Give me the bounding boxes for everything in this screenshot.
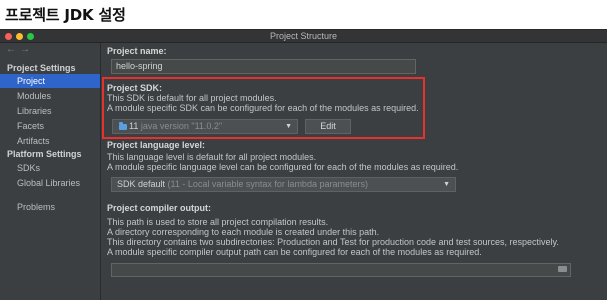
compiler-output-path-input[interactable] (111, 263, 571, 277)
project-sdk-dropdown[interactable]: 11 java version "11.0.2" ▼ (112, 119, 298, 134)
nav-arrows: ← → (6, 44, 34, 55)
sdk-name: 11 (129, 121, 139, 131)
folder-icon (558, 266, 567, 272)
edit-sdk-button[interactable]: Edit (305, 119, 351, 134)
language-level-desc-1: This language level is default for all p… (107, 152, 317, 162)
sidebar-item-problems[interactable]: Problems (0, 200, 100, 214)
project-name-input[interactable]: hello-spring (111, 59, 416, 74)
project-sdk-desc-1: This SDK is default for all project modu… (107, 93, 277, 103)
sdk-version: java version "11.0.2" (140, 121, 223, 131)
browse-folder-button[interactable] (556, 263, 571, 277)
compiler-output-desc-2: A directory corresponding to each module… (107, 227, 380, 237)
sidebar-item-facets[interactable]: Facets (0, 119, 100, 133)
project-structure-window: Project Structure ← → Project Settings Pr… (0, 29, 607, 300)
sidebar-item-libraries[interactable]: Libraries (0, 104, 100, 118)
sidebar-item-modules[interactable]: Modules (0, 89, 100, 103)
sidebar-group-project-settings: Project Settings (7, 63, 76, 73)
compiler-output-desc-1: This path is used to store all project c… (107, 217, 329, 227)
compiler-output-desc-4: A module specific compiler output path c… (107, 247, 482, 257)
sidebar: ← → Project Settings Project Modules Libr… (0, 43, 101, 300)
page-heading: 프로젝트 JDK 설정 (5, 6, 126, 24)
compiler-output-label: Project compiler output: (107, 203, 212, 213)
language-level-value: SDK default (117, 179, 166, 189)
sidebar-item-project[interactable]: Project (0, 74, 100, 88)
chevron-down-icon: ▼ (443, 181, 450, 188)
language-level-desc-2: A module specific language level can be … (107, 162, 459, 172)
window-title: Project Structure (269, 31, 338, 41)
sidebar-group-platform-settings: Platform Settings (7, 149, 82, 159)
language-level-detail: (11 - Local variable syntax for lambda p… (167, 179, 368, 189)
folder-icon (119, 122, 127, 130)
back-arrow-icon[interactable]: ← (6, 44, 16, 55)
project-sdk-desc-2: A module specific SDK can be configured … (107, 103, 419, 113)
project-sdk-label: Project SDK: (107, 83, 163, 93)
language-level-label: Project language level: (107, 140, 206, 150)
title-bar: Project Structure (0, 30, 607, 43)
sidebar-item-sdks[interactable]: SDKs (0, 161, 100, 175)
forward-arrow-icon[interactable]: → (20, 44, 30, 55)
chevron-down-icon: ▼ (285, 123, 292, 130)
project-settings-panel: Project name: hello-spring Project SDK: … (101, 43, 607, 300)
sidebar-item-artifacts[interactable]: Artifacts (0, 134, 100, 148)
sidebar-item-global-libraries[interactable]: Global Libraries (0, 176, 100, 190)
language-level-dropdown[interactable]: SDK default (11 - Local variable syntax … (111, 177, 456, 192)
project-name-label: Project name: (107, 46, 167, 56)
compiler-output-desc-3: This directory contains two subdirectori… (107, 237, 559, 247)
